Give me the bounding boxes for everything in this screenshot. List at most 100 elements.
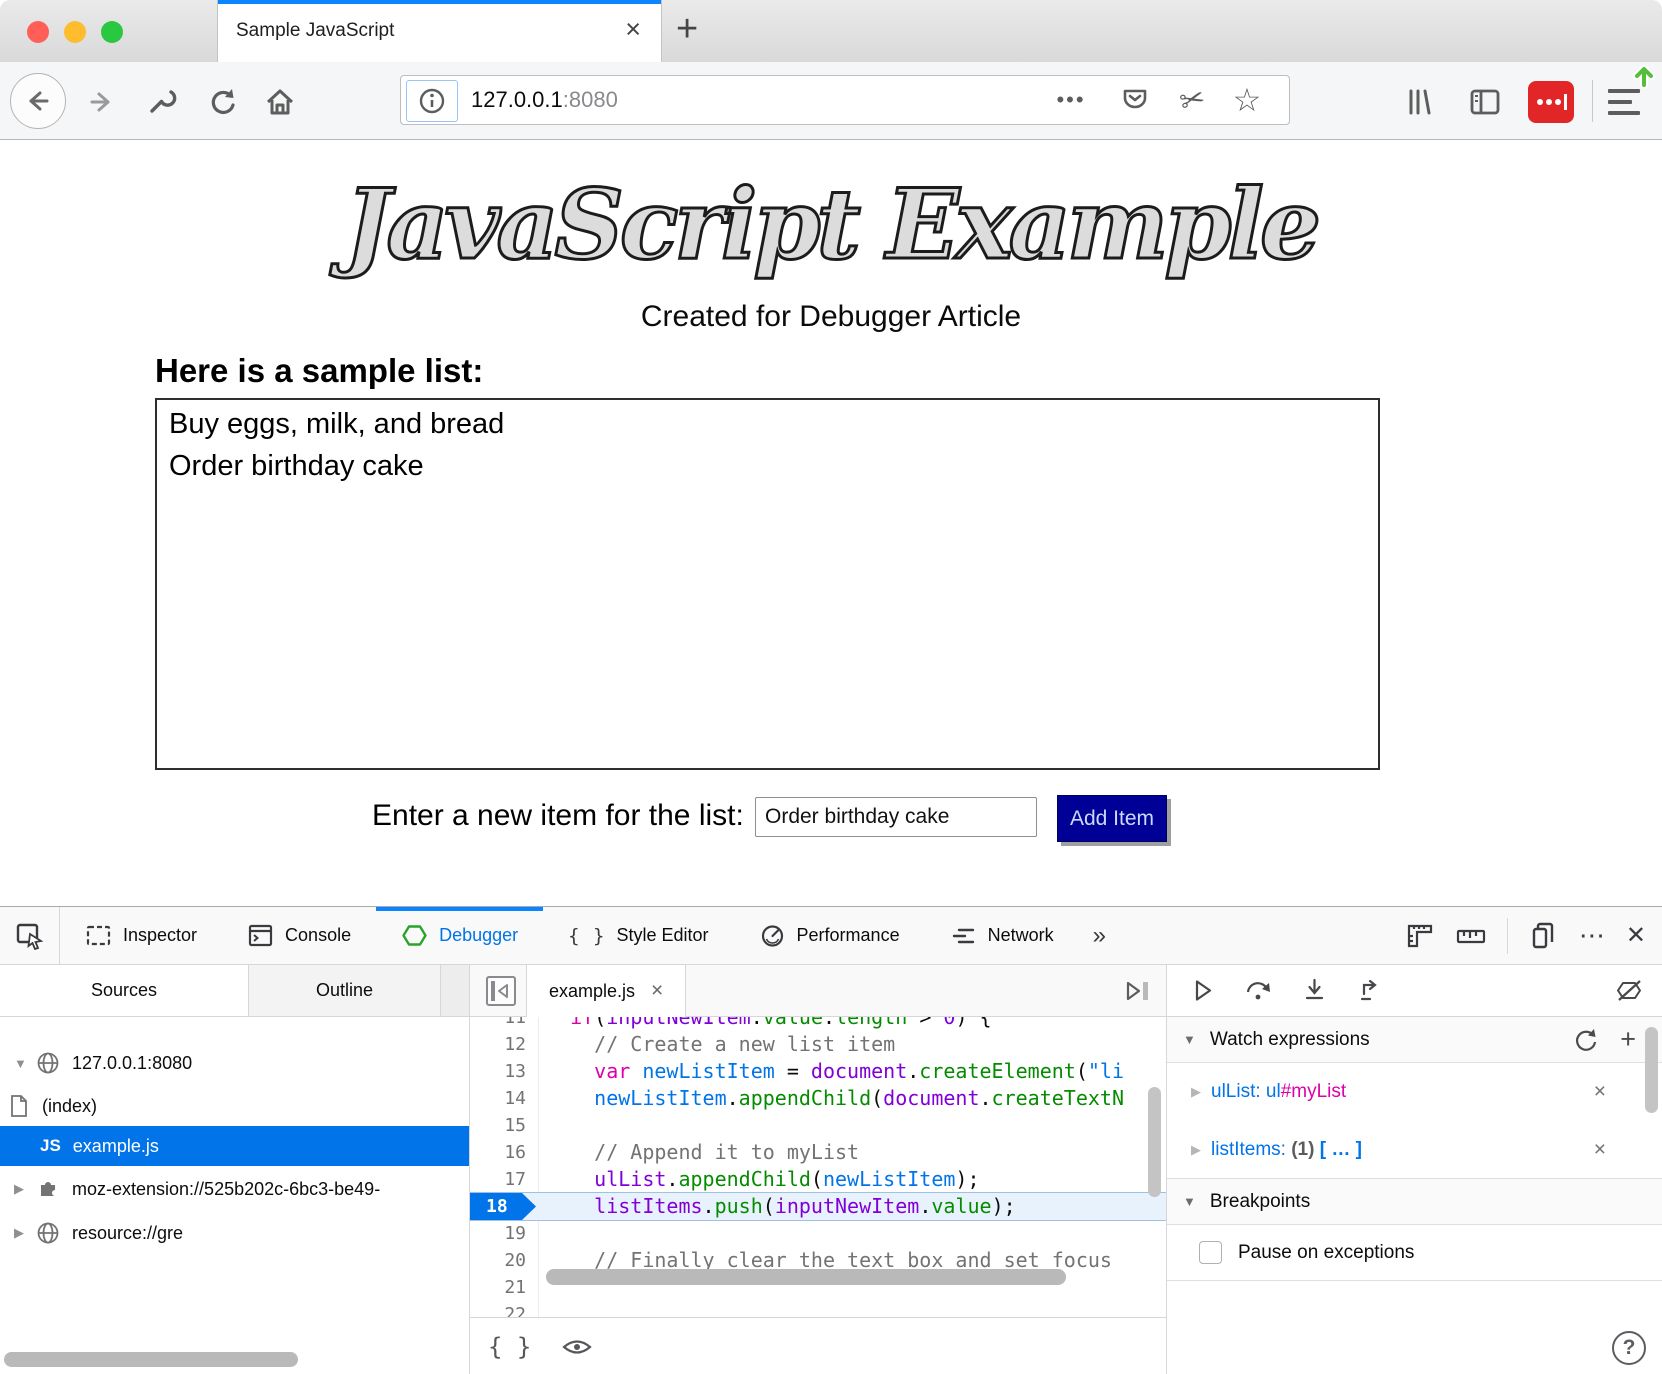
- screenshot-button[interactable]: ✂: [1173, 76, 1213, 124]
- step-over-button[interactable]: [1244, 977, 1273, 1004]
- password-manager-extension-button[interactable]: [1528, 81, 1574, 123]
- developer-tools-button[interactable]: [146, 86, 178, 118]
- bookmark-button[interactable]: ☆: [1227, 76, 1267, 124]
- back-button[interactable]: [10, 73, 66, 129]
- code-line[interactable]: 12 // Create a new list item: [470, 1031, 1166, 1058]
- right-panel-scrollbar[interactable]: [1645, 1027, 1658, 1113]
- sidebar-button[interactable]: [1468, 86, 1502, 118]
- code-line[interactable]: 17 ulList.appendChild(newListItem);: [470, 1166, 1166, 1193]
- new-item-input[interactable]: [755, 797, 1037, 837]
- deactivate-breakpoints-button[interactable]: [1615, 977, 1644, 1004]
- page-actions-button[interactable]: •••: [1051, 76, 1091, 124]
- add-watch-icon[interactable]: +: [1620, 1024, 1636, 1055]
- resume-button[interactable]: [1189, 977, 1216, 1004]
- pause-on-exceptions-row[interactable]: Pause on exceptions: [1167, 1225, 1662, 1281]
- close-devtools-icon[interactable]: ✕: [1626, 921, 1646, 950]
- step-in-button[interactable]: [1301, 977, 1328, 1004]
- pick-element-icon: [15, 921, 45, 951]
- help-button[interactable]: ?: [1612, 1331, 1646, 1365]
- tab-debugger[interactable]: Debugger: [376, 907, 543, 964]
- close-editor-tab-icon[interactable]: ×: [651, 979, 663, 1003]
- sources-horizontal-scrollbar[interactable]: [4, 1352, 298, 1367]
- tree-item-moz-extension[interactable]: ▶ moz-extension://525b202c-6bc3-be49-: [0, 1169, 469, 1209]
- step-out-button[interactable]: [1356, 977, 1383, 1004]
- blackbox-eye-icon[interactable]: [561, 1335, 593, 1359]
- pocket-button[interactable]: [1115, 76, 1155, 124]
- tab-inspector[interactable]: Inspector: [60, 907, 222, 964]
- ruler-icon[interactable]: [1455, 921, 1487, 951]
- chevron-down-icon[interactable]: ▼: [1183, 1194, 1196, 1209]
- chevron-right-icon[interactable]: ▶: [1191, 1084, 1201, 1100]
- code-view[interactable]: 11 if(inputNewItem.value.length > 0) { 1…: [470, 1017, 1166, 1317]
- editor-vertical-scrollbar[interactable]: [1148, 1087, 1161, 1197]
- editor-horizontal-scrollbar[interactable]: [546, 1269, 1066, 1285]
- library-button[interactable]: [1404, 86, 1438, 118]
- pretty-print-button[interactable]: { }: [488, 1333, 531, 1361]
- sample-list-box: Buy eggs, milk, and bread Order birthday…: [155, 398, 1380, 770]
- tab-label: Performance: [797, 925, 900, 946]
- corner-ruler-icon[interactable]: [1405, 921, 1435, 951]
- menu-button[interactable]: [1608, 89, 1640, 122]
- watch-expression-ullist[interactable]: ▶ ulList: ul#myList ×: [1167, 1063, 1662, 1121]
- tree-item-index[interactable]: (index): [0, 1086, 469, 1126]
- site-identity-box[interactable]: [406, 80, 458, 122]
- tab-sources[interactable]: Sources: [0, 965, 248, 1016]
- tree-item-examplejs[interactable]: JS example.js: [0, 1126, 469, 1166]
- code-line[interactable]: 13 var newListItem = document.createElem…: [470, 1058, 1166, 1085]
- watch-expressions-header[interactable]: ▼ Watch expressions +: [1167, 1017, 1662, 1063]
- tab-performance[interactable]: Performance: [734, 907, 925, 964]
- collapse-sources-panel-button[interactable]: [484, 974, 518, 1008]
- remove-watch-icon[interactable]: ×: [1594, 1080, 1606, 1104]
- forward-button[interactable]: [86, 87, 116, 117]
- code-line[interactable]: 15: [470, 1112, 1166, 1139]
- responsive-mode-icon[interactable]: [1528, 920, 1559, 951]
- browser-tab[interactable]: Sample JavaScript ×: [217, 0, 662, 62]
- pause-on-exceptions-checkbox[interactable]: [1199, 1241, 1222, 1264]
- pick-element-button[interactable]: [0, 907, 60, 964]
- chevron-down-icon[interactable]: ▼: [14, 1056, 28, 1071]
- paused-line-marker: 18: [470, 1193, 536, 1220]
- section-title: Breakpoints: [1210, 1191, 1310, 1213]
- minimize-window-button[interactable]: [64, 21, 86, 43]
- chevron-down-icon[interactable]: ▼: [1183, 1032, 1196, 1047]
- chevron-right-icon[interactable]: ▶: [14, 1181, 28, 1197]
- tab-title: Sample JavaScript: [236, 0, 394, 62]
- meatball-menu-icon[interactable]: ⋯: [1579, 920, 1606, 951]
- tree-item-host[interactable]: ▼ 127.0.0.1:8080: [0, 1043, 469, 1083]
- tree-item-resource-gre[interactable]: ▶ resource://gre: [0, 1213, 469, 1253]
- code-line-paused[interactable]: 18 listItems.push(inputNewItem.value);: [470, 1193, 1166, 1220]
- expand-panes-button[interactable]: [1122, 978, 1152, 1004]
- zoom-window-button[interactable]: [101, 21, 123, 43]
- close-window-button[interactable]: [27, 21, 49, 43]
- tab-style-editor[interactable]: { } Style Editor: [543, 907, 733, 964]
- breakpoints-header[interactable]: ▼ Breakpoints: [1167, 1179, 1662, 1225]
- close-tab-icon[interactable]: ×: [625, 14, 641, 45]
- navigation-toolbar: 127.0.0.1:8080 ••• ✂ ☆: [0, 62, 1662, 140]
- url-text[interactable]: 127.0.0.1:8080: [471, 76, 618, 124]
- watch-name: ulList:: [1211, 1081, 1266, 1102]
- reload-button[interactable]: [206, 86, 238, 118]
- browser-window: Sample JavaScript × + 127.0.0.1:8080: [0, 0, 1662, 1374]
- network-icon: [950, 922, 977, 949]
- code-line[interactable]: 14 newListItem.appendChild(document.crea…: [470, 1085, 1166, 1112]
- chevron-right-icon[interactable]: ▶: [14, 1225, 28, 1241]
- url-bar[interactable]: 127.0.0.1:8080 ••• ✂ ☆: [400, 75, 1290, 125]
- refresh-watch-icon[interactable]: [1573, 1027, 1598, 1052]
- remove-watch-icon[interactable]: ×: [1594, 1138, 1606, 1162]
- chevron-right-icon[interactable]: ▶: [1191, 1142, 1201, 1158]
- tab-console[interactable]: Console: [222, 907, 376, 964]
- code-line[interactable]: 19: [470, 1220, 1166, 1247]
- editor-tab-examplejs[interactable]: example.js ×: [526, 965, 686, 1017]
- more-tabs-button[interactable]: »: [1079, 907, 1120, 964]
- tab-outline[interactable]: Outline: [248, 965, 440, 1016]
- toolbar-divider: [1592, 80, 1593, 122]
- new-tab-button[interactable]: +: [676, 8, 698, 51]
- code-line[interactable]: 22: [470, 1301, 1166, 1317]
- add-item-button[interactable]: Add Item: [1057, 795, 1167, 842]
- tab-label: Style Editor: [616, 925, 708, 946]
- code-line[interactable]: 11 if(inputNewItem.value.length > 0) {: [470, 1017, 1166, 1031]
- home-button[interactable]: [264, 86, 296, 118]
- tab-network[interactable]: Network: [925, 907, 1079, 964]
- code-line[interactable]: 16 // Append it to myList: [470, 1139, 1166, 1166]
- watch-expression-listitems[interactable]: ▶ listItems: (1) [ … ] ×: [1167, 1121, 1662, 1179]
